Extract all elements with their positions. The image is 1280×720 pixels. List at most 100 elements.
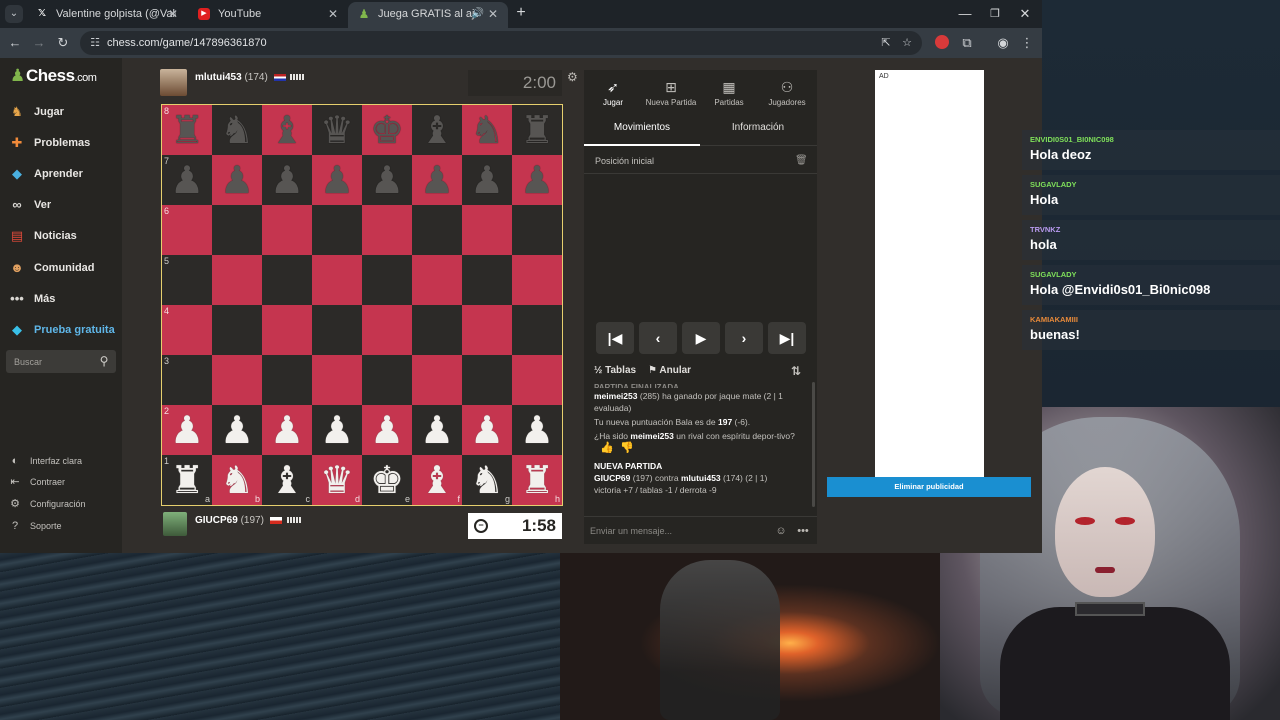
thumbs-down-icon[interactable]: 👎 xyxy=(620,442,634,454)
board-square-d3[interactable] xyxy=(312,355,362,405)
sport-name[interactable]: meimei253 xyxy=(630,431,673,441)
board-square-h7[interactable]: ♟ xyxy=(512,155,562,205)
white-pawn-icon[interactable]: ♟ xyxy=(512,405,562,455)
board-square-d2[interactable]: ♟ xyxy=(312,405,362,455)
search-icon[interactable]: ⚲ xyxy=(96,353,112,369)
board-square-e1[interactable]: e ♚ xyxy=(362,455,412,505)
sidebar-item-prueba-gratuita[interactable]: ◆ Prueba gratuita xyxy=(8,319,122,341)
reload-icon[interactable]: ↻ xyxy=(54,34,72,52)
chess-logo[interactable]: ♟Chess.com xyxy=(10,66,97,88)
white-pawn-icon[interactable]: ♟ xyxy=(212,405,262,455)
extensions-icon[interactable]: ⧉ xyxy=(958,34,976,52)
board-square-b3[interactable] xyxy=(212,355,262,405)
sidebar-item-ver[interactable]: ∞ Ver xyxy=(8,194,122,216)
draw-button[interactable]: ½ Tablas xyxy=(594,360,636,382)
tab-jugadores[interactable]: ⚇ Jugadores xyxy=(758,70,816,110)
board-square-h4[interactable] xyxy=(512,305,562,355)
board-square-g4[interactable] xyxy=(462,305,512,355)
black-pawn-icon[interactable]: ♟ xyxy=(162,155,212,205)
board-square-f6[interactable] xyxy=(412,205,462,255)
board-square-c2[interactable]: ♟ xyxy=(262,405,312,455)
thumbs-up-icon[interactable]: 👍 xyxy=(600,442,614,454)
close-tab-icon[interactable]: ✕ xyxy=(168,2,178,26)
board-square-b7[interactable]: ♟ xyxy=(212,155,262,205)
white-bishop-icon[interactable]: ♝ xyxy=(262,455,312,505)
board-square-a4[interactable]: 4 xyxy=(162,305,212,355)
board-square-a3[interactable]: 3 xyxy=(162,355,212,405)
sidebar-item-jugar[interactable]: ♞ Jugar xyxy=(8,101,122,123)
board-square-c3[interactable] xyxy=(262,355,312,405)
white-pawn-icon[interactable]: ♟ xyxy=(462,405,512,455)
board-square-e7[interactable]: ♟ xyxy=(362,155,412,205)
black-pawn-icon[interactable]: ♟ xyxy=(312,155,362,205)
board-square-d4[interactable] xyxy=(312,305,362,355)
black-pawn-icon[interactable]: ♟ xyxy=(412,155,462,205)
board-square-f4[interactable] xyxy=(412,305,462,355)
board-square-b4[interactable] xyxy=(212,305,262,355)
board-square-e3[interactable] xyxy=(362,355,412,405)
board-square-d1[interactable]: d ♛ xyxy=(312,455,362,505)
board-square-h1[interactable]: h ♜ xyxy=(512,455,562,505)
board-square-c7[interactable]: ♟ xyxy=(262,155,312,205)
board-square-h8[interactable]: ♜ xyxy=(512,105,562,155)
player-name[interactable]: mlutui453 xyxy=(195,72,242,83)
last-move-button[interactable]: ▶| xyxy=(768,322,806,354)
search-input[interactable] xyxy=(6,350,94,373)
browser-menu-icon[interactable]: ⋮ xyxy=(1018,34,1036,52)
tab-partidas[interactable]: ▦ Partidas xyxy=(700,70,758,110)
board-square-h2[interactable]: ♟ xyxy=(512,405,562,455)
white-knight-icon[interactable]: ♞ xyxy=(462,455,512,505)
board-square-a5[interactable]: 5 xyxy=(162,255,212,305)
close-tab-icon[interactable]: ✕ xyxy=(328,2,338,26)
board-square-g6[interactable] xyxy=(462,205,512,255)
board-square-h5[interactable] xyxy=(512,255,562,305)
subtab-movimientos[interactable]: Movimientos xyxy=(584,110,700,146)
play-button[interactable]: ▶ xyxy=(682,322,720,354)
black-pawn-icon[interactable]: ♟ xyxy=(462,155,512,205)
first-move-button[interactable]: |◀ xyxy=(596,322,634,354)
white-queen-icon[interactable]: ♛ xyxy=(312,455,362,505)
black-king-icon[interactable]: ♚ xyxy=(362,105,412,155)
board-square-f8[interactable]: ♝ xyxy=(412,105,462,155)
player-one[interactable]: GIUCP69 xyxy=(594,473,630,483)
black-bishop-icon[interactable]: ♝ xyxy=(262,105,312,155)
bookmark-star-icon[interactable]: ☆ xyxy=(900,36,914,50)
white-rook-icon[interactable]: ♜ xyxy=(162,455,212,505)
emoji-icon[interactable]: ☺ xyxy=(774,524,788,538)
board-square-e6[interactable] xyxy=(362,205,412,255)
sidebar-item-problemas[interactable]: ✚ Problemas xyxy=(8,132,122,154)
avatar[interactable] xyxy=(163,512,187,536)
extension-record-icon[interactable] xyxy=(935,35,949,49)
winner-name[interactable]: meimei253 xyxy=(594,391,637,401)
board-square-a2[interactable]: 2 ♟ xyxy=(162,405,212,455)
white-bishop-icon[interactable]: ♝ xyxy=(412,455,462,505)
black-queen-icon[interactable]: ♛ xyxy=(312,105,362,155)
tab-twitter[interactable]: 𝕏 Valentine golpista (@Valencuen ✕ xyxy=(26,2,188,28)
board-square-g5[interactable] xyxy=(462,255,512,305)
flip-board-icon[interactable]: ⇅ xyxy=(791,364,805,378)
board-square-a8[interactable]: 8 ♜ xyxy=(162,105,212,155)
tab-search-menu-icon[interactable]: ⌄ xyxy=(5,5,23,23)
tab-jugar[interactable]: ➶ Jugar xyxy=(584,70,642,110)
trash-icon[interactable]: 🗑 xyxy=(795,155,808,166)
avatar[interactable] xyxy=(160,69,187,96)
board-square-e8[interactable]: ♚ xyxy=(362,105,412,155)
board-square-g7[interactable]: ♟ xyxy=(462,155,512,205)
remove-ads-button[interactable]: Eliminar publicidad xyxy=(827,477,1031,497)
board-square-h3[interactable] xyxy=(512,355,562,405)
board-square-b6[interactable] xyxy=(212,205,262,255)
ad-banner[interactable]: AD xyxy=(875,70,984,478)
site-info-icon[interactable]: ☷ xyxy=(88,36,102,50)
board-square-f2[interactable]: ♟ xyxy=(412,405,462,455)
back-icon[interactable]: ← xyxy=(6,34,24,52)
board-square-b1[interactable]: b ♞ xyxy=(212,455,262,505)
board-square-g1[interactable]: g ♞ xyxy=(462,455,512,505)
white-knight-icon[interactable]: ♞ xyxy=(212,455,262,505)
board-square-g2[interactable]: ♟ xyxy=(462,405,512,455)
board-square-c5[interactable] xyxy=(262,255,312,305)
white-pawn-icon[interactable]: ♟ xyxy=(312,405,362,455)
board-square-b8[interactable]: ♞ xyxy=(212,105,262,155)
close-window-icon[interactable]: ✕ xyxy=(1015,4,1035,24)
next-move-button[interactable]: › xyxy=(725,322,763,354)
black-rook-icon[interactable]: ♜ xyxy=(512,105,562,155)
